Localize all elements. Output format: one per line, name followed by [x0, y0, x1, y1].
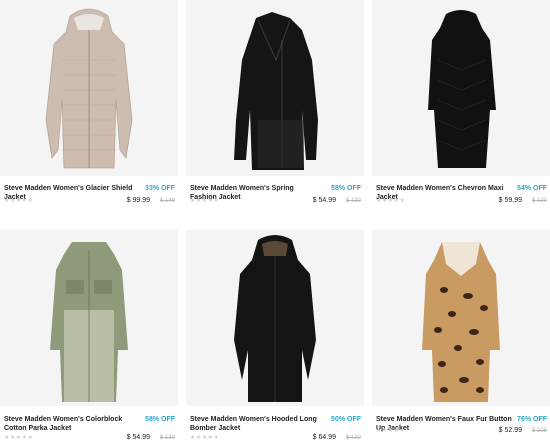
- original-price: $ 130: [345, 435, 361, 441]
- discount-badge: 50% OFF: [331, 416, 361, 423]
- discount-badge: 54% OFF: [517, 185, 547, 192]
- product-image[interactable]: [0, 230, 178, 406]
- product-card[interactable]: Steve Madden Women's Spring Fashion Jack…: [186, 0, 364, 210]
- product-image[interactable]: [0, 0, 178, 176]
- maxi-puffer-black-icon: [372, 0, 550, 176]
- original-price: $ 149: [159, 198, 175, 204]
- discount-badge: 58% OFF: [331, 185, 361, 192]
- product-image[interactable]: [372, 230, 550, 406]
- rating-stars: ★★★★★: [190, 435, 220, 441]
- product-card[interactable]: Steve Madden Women's Faux Fur Button Up …: [372, 230, 550, 443]
- bomber-black-icon: [186, 230, 364, 406]
- product-name[interactable]: Steve Madden Women's Colorblock Cotton P…: [4, 416, 134, 433]
- product-grid: Steve Madden Women's Glacier Shield Jack…: [0, 0, 550, 443]
- sale-price: $ 64.99: [312, 434, 336, 441]
- puffer-coat-beige-icon: [0, 0, 178, 176]
- leopard-coat-icon: [372, 230, 550, 406]
- discount-badge: 58% OFF: [145, 416, 175, 423]
- rating-stars: ★★★★★: [376, 428, 406, 434]
- rating-stars: ★★★★★: [4, 435, 34, 441]
- rating-stars: ★★★★★: [376, 198, 406, 204]
- product-card[interactable]: Steve Madden Women's Chevron Maxi Jacket…: [372, 0, 550, 210]
- product-card[interactable]: Steve Madden Women's Glacier Shield Jack…: [0, 0, 178, 210]
- sale-price: $ 59.99: [498, 197, 522, 204]
- sale-price: $ 52.99: [498, 427, 522, 434]
- original-price: $ 130: [531, 198, 547, 204]
- parka-olive-icon: [0, 230, 178, 406]
- product-image[interactable]: [372, 0, 550, 176]
- discount-badge: 76% OFF: [517, 416, 547, 423]
- rating-stars: ★★★★★: [190, 198, 220, 204]
- sale-price: $ 54.99: [126, 434, 150, 441]
- sale-price: $ 99.99: [126, 197, 150, 204]
- product-name[interactable]: Steve Madden Women's Hooded Long Bomber …: [190, 416, 320, 433]
- original-price: $ 225: [531, 428, 547, 434]
- rating-stars: ★★★★★: [4, 198, 34, 204]
- original-price: $ 130: [345, 198, 361, 204]
- discount-badge: 33% OFF: [145, 185, 175, 192]
- product-image[interactable]: [186, 230, 364, 406]
- sale-price: $ 54.99: [312, 197, 336, 204]
- product-card[interactable]: Steve Madden Women's Colorblock Cotton P…: [0, 230, 178, 443]
- product-image[interactable]: [186, 0, 364, 176]
- product-card[interactable]: Steve Madden Women's Hooded Long Bomber …: [186, 230, 364, 443]
- moto-coat-black-icon: [186, 0, 364, 176]
- original-price: $ 130: [159, 435, 175, 441]
